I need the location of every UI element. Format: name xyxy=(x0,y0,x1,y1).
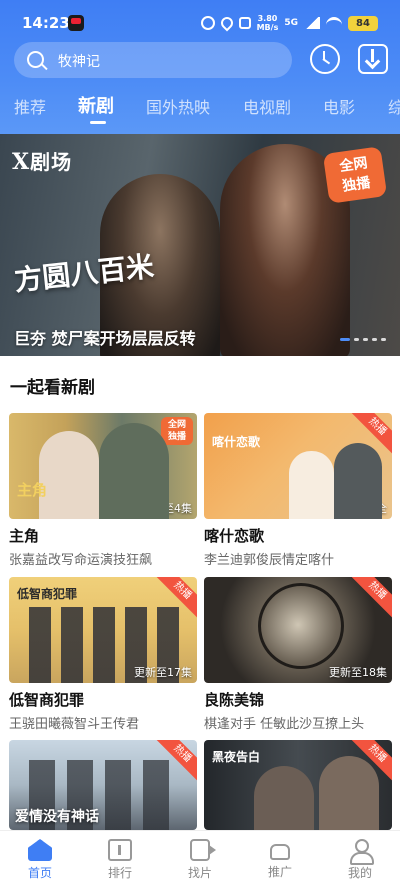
download-icon[interactable] xyxy=(358,44,388,74)
tab-new-drama[interactable]: 新剧 xyxy=(78,92,114,118)
status-bar: 14:23 3.80 MB/s 5G 84 xyxy=(0,0,400,44)
promote-icon xyxy=(270,844,290,860)
episode-info: 更新至18集 xyxy=(329,666,387,679)
tab-movies[interactable]: 电影 xyxy=(323,94,355,118)
drama-card[interactable]: 热播 喀什恋歌 8集全 喀什恋歌 李兰迪郭俊辰情定喀什 xyxy=(204,413,392,568)
card-thumbnail: 全网 独播 主角 更新至4集 xyxy=(9,413,197,519)
nav-profile[interactable]: 我的 xyxy=(320,839,400,881)
nav-home[interactable]: 首页 xyxy=(0,839,80,881)
net-speed-unit: MB/s xyxy=(256,23,279,32)
drama-card[interactable]: 热播 低智商犯罪 更新至17集 低智商犯罪 王骁田曦薇智斗王传君 xyxy=(9,577,197,732)
badge-line2: 独播 xyxy=(341,175,372,195)
banner-caption: 巨夯 焚尸案开场层层反转 xyxy=(14,329,196,348)
exclusive-corner-badge: 全网 独播 xyxy=(161,417,193,445)
card-thumbnail: 热播 黑夜告白 xyxy=(204,740,392,830)
card-desc: 李兰迪郭俊辰情定喀什 xyxy=(204,553,335,568)
section-title: 一起看新剧 xyxy=(10,378,95,398)
thumb-overlay-text: 低智商犯罪 xyxy=(17,587,78,601)
hero-banner[interactable]: X剧场 全网 独播 方圆八百米 巨夯 焚尸案开场层层反转 xyxy=(0,134,400,356)
banner-logo-text: 剧场 xyxy=(30,150,73,174)
hot-corner-badge: 热播 xyxy=(151,740,197,785)
episode-info: 8集全 xyxy=(358,502,387,515)
drama-card[interactable]: 全网 独播 主角 更新至4集 主角 张嘉益改写命运演技狂飙 xyxy=(9,413,197,568)
status-time: 14:23 xyxy=(22,14,70,32)
wifi-icon xyxy=(326,17,342,29)
episode-info: 更新至4集 xyxy=(141,502,192,515)
app-notification-icon xyxy=(68,15,84,31)
hot-corner-badge: 热播 xyxy=(346,740,392,785)
ranking-icon xyxy=(108,839,132,861)
nav-label: 我的 xyxy=(347,866,372,880)
header: 14:23 3.80 MB/s 5G 84 牧神记 推荐 新剧 国外热映 电视剧 … xyxy=(0,0,400,134)
badge-line1: 全网 xyxy=(338,155,369,175)
carousel-dot xyxy=(381,338,386,341)
drama-card[interactable]: 热播 更新至18集 良陈美锦 棋逢对手 任敏此沙互撩上头 xyxy=(204,577,392,732)
card-title: 喀什恋歌 xyxy=(204,527,265,545)
nav-label: 排行 xyxy=(107,866,132,880)
profile-icon xyxy=(348,839,374,865)
card-title: 主角 xyxy=(9,527,40,545)
net-speed-value: 3.80 xyxy=(257,14,278,23)
tab-overseas[interactable]: 国外热映 xyxy=(146,94,210,118)
carousel-dot xyxy=(372,338,377,341)
battery-icon: 84 xyxy=(348,15,378,31)
alarm-icon xyxy=(200,16,215,30)
card-title: 良陈美锦 xyxy=(204,691,265,709)
card-desc: 张嘉益改写命运演技狂飙 xyxy=(9,553,153,568)
signal-label: 5G xyxy=(284,18,298,28)
search-icon xyxy=(27,51,44,68)
bottom-nav: 首页 排行 找片 推广 我的 xyxy=(0,830,400,889)
thumb-overlay-text: 黑夜告白 xyxy=(212,750,261,764)
tab-variety[interactable]: 综 xyxy=(388,94,400,118)
net-speed: 3.80 MB/s xyxy=(257,14,279,32)
category-tabs: 推荐 新剧 国外热映 电视剧 电影 综 xyxy=(0,86,400,126)
active-tab-indicator xyxy=(90,121,106,124)
thumb-overlay-text: 爱情没有神话 xyxy=(15,809,99,825)
nav-label: 推广 xyxy=(267,865,292,879)
card-title: 低智商犯罪 xyxy=(9,691,85,709)
drama-card[interactable]: 热播 黑夜告白 xyxy=(204,740,392,830)
drama-card[interactable]: 热播 爱情没有神话 xyxy=(9,740,197,830)
card-thumbnail: 热播 爱情没有神话 xyxy=(9,740,197,830)
location-icon xyxy=(218,14,236,32)
hot-corner-badge: 热播 xyxy=(346,413,392,458)
carousel-dot xyxy=(363,338,368,341)
episode-info: 更新至17集 xyxy=(134,666,192,679)
thumb-overlay-text: 喀什恋歌 xyxy=(212,435,261,449)
nav-ranking[interactable]: 排行 xyxy=(80,839,160,881)
banner-logo: X剧场 xyxy=(12,149,73,175)
film-search-icon xyxy=(190,839,216,861)
nav-label: 找片 xyxy=(187,866,212,880)
tab-recommend[interactable]: 推荐 xyxy=(14,94,46,118)
card-desc: 棋逢对手 任敏此沙互撩上头 xyxy=(204,717,365,732)
card-thumbnail: 热播 喀什恋歌 8集全 xyxy=(204,413,392,519)
nav-label: 首页 xyxy=(27,866,52,880)
signal-icon xyxy=(304,17,320,29)
exclusive-badge: 全网 独播 xyxy=(322,146,388,204)
nav-promote[interactable]: 推广 xyxy=(240,839,320,880)
history-icon[interactable] xyxy=(310,44,340,74)
tab-tv-series[interactable]: 电视剧 xyxy=(243,94,291,118)
nfc-icon xyxy=(238,17,251,29)
carousel-indicator xyxy=(340,338,386,341)
card-thumbnail: 热播 更新至18集 xyxy=(204,577,392,683)
card-desc: 王骁田曦薇智斗王传君 xyxy=(9,717,140,732)
search-placeholder: 牧神记 xyxy=(58,54,100,70)
hot-corner-badge: 热播 xyxy=(346,577,392,622)
search-bar[interactable]: 牧神记 xyxy=(14,42,292,78)
carousel-dot xyxy=(354,338,359,341)
hot-corner-badge: 热播 xyxy=(151,577,197,622)
carousel-dot-active xyxy=(340,338,350,341)
card-thumbnail: 热播 低智商犯罪 更新至17集 xyxy=(9,577,197,683)
thumb-overlay-text: 主角 xyxy=(17,481,48,499)
home-icon xyxy=(28,839,52,861)
nav-find-film[interactable]: 找片 xyxy=(160,839,240,881)
status-icons: 3.80 MB/s 5G 84 xyxy=(200,14,378,32)
